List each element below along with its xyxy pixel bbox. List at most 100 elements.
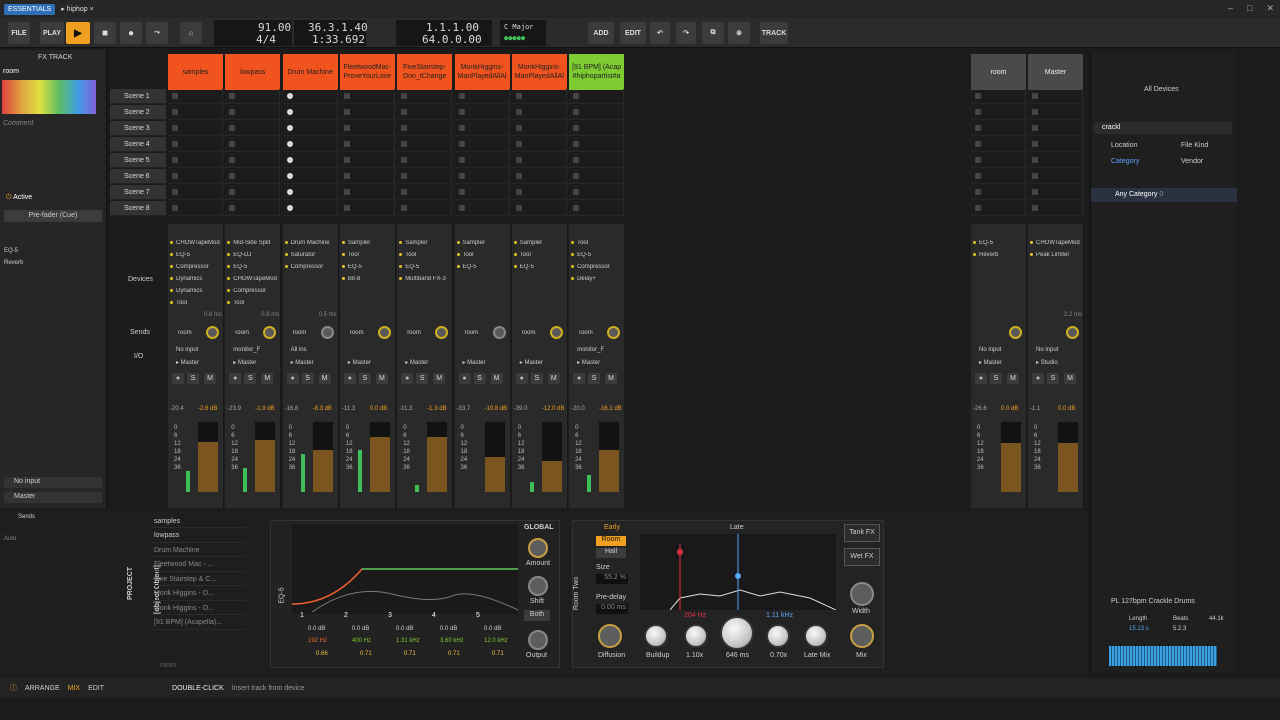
slot-stop[interactable] [401, 125, 408, 131]
slot-stop[interactable] [401, 189, 408, 195]
eq-band-gain[interactable]: 0.0 dB [484, 626, 501, 632]
clip-slot[interactable] [339, 137, 395, 152]
clip-slot[interactable] [971, 89, 1026, 104]
tempo-display[interactable]: 91.00 4/4 [214, 20, 292, 46]
clip-slot[interactable] [569, 89, 625, 104]
device-chip[interactable]: Sampler [514, 240, 566, 246]
device-chip[interactable]: Compressor [571, 264, 623, 270]
track-list-item[interactable]: [91 BPM] (Acapella)... [150, 617, 246, 630]
output-select[interactable]: ▸ Studio [1036, 359, 1058, 366]
record-arm-button[interactable]: ● [343, 373, 356, 384]
slot-stop[interactable] [401, 205, 408, 211]
slot-stop[interactable] [458, 141, 465, 147]
clip-slot[interactable] [1028, 121, 1083, 136]
mute-button[interactable]: M [1064, 373, 1076, 384]
clip-slot[interactable] [225, 201, 281, 216]
output-select[interactable]: ▸ Master [463, 359, 486, 366]
track-header-0[interactable]: samples [168, 54, 224, 90]
eq-band-freq[interactable]: 400 Hz [352, 638, 371, 644]
slot-stop[interactable] [343, 205, 350, 211]
clip-slot[interactable] [225, 89, 281, 104]
project-tab[interactable]: ▸ hiphop × [61, 5, 94, 13]
device-chip[interactable]: Mid-Side Split [227, 240, 279, 246]
filter-file-kind[interactable]: File Kind [1181, 142, 1208, 149]
track-list-item[interactable]: Monk Higgins - O... [150, 588, 246, 601]
slot-stop[interactable] [401, 109, 408, 115]
slot-stop[interactable] [458, 205, 465, 211]
solo-button[interactable]: S [530, 373, 543, 384]
add-button[interactable]: ADD [588, 22, 614, 44]
track-header-1[interactable]: lowpass [225, 54, 282, 90]
slot-stop[interactable] [573, 109, 580, 115]
slot-stop[interactable] [343, 109, 350, 115]
waveform-preview[interactable] [1109, 646, 1217, 666]
automation-icon[interactable]: ⤳ [146, 22, 168, 44]
clip-slot[interactable] [454, 201, 510, 216]
slot-stop[interactable] [401, 93, 408, 99]
device-chip[interactable]: EQ-5 [457, 264, 509, 270]
clip-slot[interactable] [454, 137, 510, 152]
device-chip[interactable]: Drum Machine [285, 240, 337, 246]
edit-button[interactable]: EDIT [620, 22, 646, 44]
clip-slot[interactable] [339, 185, 395, 200]
eq-band-gain[interactable]: 0.0 dB [440, 626, 457, 632]
solo-button[interactable]: S [358, 373, 371, 384]
clip-dot[interactable] [286, 173, 293, 179]
slot-stop[interactable] [229, 125, 236, 131]
slot-stop[interactable] [975, 205, 981, 211]
slot-stop[interactable] [458, 93, 465, 99]
scene-5[interactable]: Scene 5 [110, 153, 166, 168]
clip-slot[interactable] [168, 201, 223, 216]
input-select[interactable]: All ins [291, 347, 307, 353]
eq-band-number[interactable]: 4 [432, 612, 436, 619]
slot-stop[interactable] [975, 109, 981, 115]
slot-stop[interactable] [458, 125, 465, 131]
eq-band-number[interactable]: 3 [388, 612, 392, 619]
mute-button[interactable]: M [490, 373, 503, 384]
slot-stop[interactable] [172, 205, 178, 211]
clip-dot[interactable] [286, 189, 293, 195]
device-chip[interactable]: Sampler [342, 240, 394, 246]
clip-slot[interactable] [511, 121, 567, 136]
slot-stop[interactable] [515, 205, 522, 211]
clip-slot[interactable] [225, 105, 281, 120]
clip-slot[interactable] [282, 185, 338, 200]
record-arm-button[interactable]: ● [458, 373, 471, 384]
loop-display[interactable]: 1.1.1.00 64.0.0.00 [396, 20, 492, 46]
file-button[interactable]: FILE [8, 22, 30, 44]
record-arm-button[interactable]: ● [1032, 373, 1044, 384]
filter-location[interactable]: Location [1111, 142, 1137, 149]
mute-button[interactable]: M [433, 373, 446, 384]
clip-slot[interactable] [1028, 201, 1083, 216]
slot-stop[interactable] [172, 125, 178, 131]
high-mult-knob[interactable] [766, 624, 790, 648]
clip-slot[interactable] [1028, 185, 1083, 200]
clip-slot[interactable] [971, 121, 1026, 136]
device-chip[interactable]: Tool [170, 300, 222, 306]
slot-stop[interactable] [515, 173, 522, 179]
clip-slot[interactable] [397, 105, 453, 120]
device-chip[interactable]: EQ-5 [399, 264, 451, 270]
amount-knob[interactable] [528, 538, 548, 558]
predelay-field[interactable]: 0.00 ms [596, 604, 628, 614]
output-knob[interactable] [528, 630, 548, 650]
slot-stop[interactable] [229, 109, 236, 115]
solo-button[interactable]: S [301, 373, 314, 384]
clip-slot[interactable] [511, 105, 567, 120]
slot-stop[interactable] [515, 189, 522, 195]
clip-slot[interactable] [168, 121, 223, 136]
solo-button[interactable]: S [244, 373, 257, 384]
clip-slot[interactable] [1028, 89, 1083, 104]
filter-category[interactable]: Category [1111, 158, 1139, 165]
device-chip[interactable]: Tool [342, 252, 394, 258]
input-select[interactable]: monitor_F [577, 347, 604, 353]
eq-band-q[interactable]: 0.71 [404, 651, 416, 657]
send-knob[interactable] [320, 326, 334, 339]
track-name[interactable]: room [3, 68, 19, 75]
device-chip[interactable]: Sampler [399, 240, 451, 246]
output-select[interactable]: ▸ Master [176, 359, 199, 366]
clip-slot[interactable] [339, 105, 395, 120]
clip-slot[interactable] [225, 137, 281, 152]
room-track-item[interactable]: room [160, 662, 176, 669]
low-mult-knob[interactable] [684, 624, 708, 648]
